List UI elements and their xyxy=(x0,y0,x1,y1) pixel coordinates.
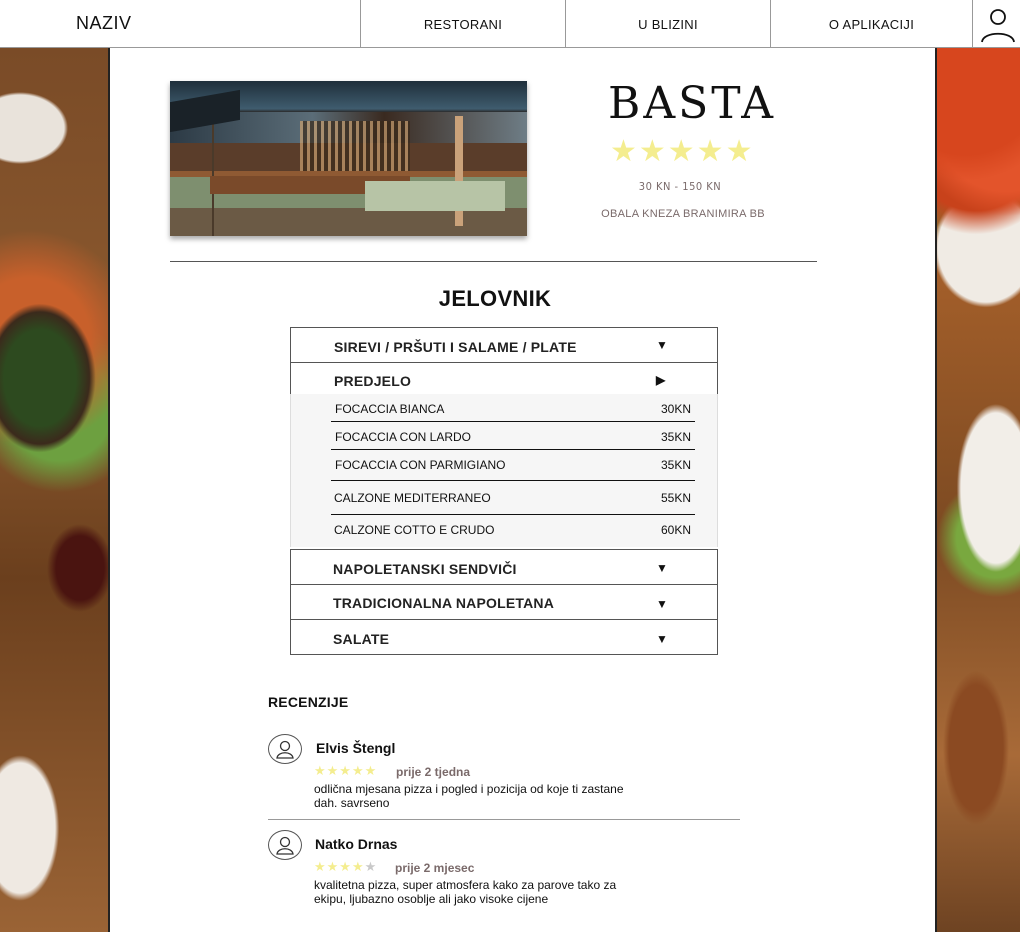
menu-item[interactable]: FOCACCIA CON PARMIGIANO 35KN xyxy=(331,450,695,481)
nav-restorani[interactable]: RESTORANI xyxy=(360,0,565,48)
menu-item-price: 35KN xyxy=(660,458,691,472)
restaurant-price-range: 30 KN - 150 KN xyxy=(638,180,722,193)
nav-u-blizini[interactable]: U BLIZINI xyxy=(565,0,770,48)
menu-item-name: FOCACCIA CON LARDO xyxy=(335,430,472,444)
menu-item-price: 60KN xyxy=(660,523,691,537)
top-navigation: NAZIV RESTORANI U BLIZINI O APLIKACIJI xyxy=(0,0,1020,48)
user-profile-button[interactable] xyxy=(972,0,1020,48)
menu-category-napoletanski-sendvici[interactable]: NAPOLETANSKI SENDVIČI ▼ xyxy=(290,549,718,585)
menu-item-price: 30KN xyxy=(660,402,691,416)
menu-item-name: CALZONE MEDITERRANEO xyxy=(334,491,491,505)
menu-category-salate[interactable]: SALATE ▼ xyxy=(290,619,718,655)
background-food-image-right xyxy=(936,48,1020,932)
review-stars: ★★★★★ xyxy=(314,763,378,778)
category-label: NAPOLETANSKI SENDVIČI xyxy=(333,561,517,577)
reviewer-name: Elvis Štengl xyxy=(316,740,396,756)
chevron-down-icon: ▼ xyxy=(656,597,668,611)
restaurant-address: OBALA KNEZA BRANIMIRA BB xyxy=(601,208,765,220)
menu-item-name: FOCACCIA BIANCA xyxy=(335,402,445,416)
chevron-down-icon: ▼ xyxy=(656,561,668,575)
nav-o-aplikaciji[interactable]: O APLIKACIJI xyxy=(770,0,972,48)
review-text: odlična mjesana pizza i pogled i pozicij… xyxy=(314,782,624,810)
chevron-down-icon: ▼ xyxy=(656,338,668,352)
user-icon xyxy=(276,740,294,759)
menu-item-name: CALZONE COTTO E CRUDO xyxy=(334,523,495,537)
menu-category-sirevi[interactable]: SIREVI / PRŠUTI I SALAME / PLATE ▼ xyxy=(290,327,718,363)
menu-item-price: 35KN xyxy=(660,430,691,444)
menu-item-name: FOCACCIA CON PARMIGIANO xyxy=(335,458,506,472)
menu-title: JELOVNIK xyxy=(438,286,552,311)
review-time: prije 2 tjedna xyxy=(396,765,471,779)
restaurant-photo xyxy=(170,81,527,236)
menu-item-price: 55KN xyxy=(660,491,691,505)
menu-item[interactable]: FOCACCIA CON LARDO 35KN xyxy=(331,422,695,450)
category-label: SALATE xyxy=(333,631,390,647)
menu-item[interactable]: CALZONE COTTO E CRUDO 60KN xyxy=(331,515,695,545)
menu-items-list: FOCACCIA BIANCA 30KN FOCACCIA CON LARDO … xyxy=(290,394,718,547)
menu-item[interactable]: FOCACCIA BIANCA 30KN xyxy=(331,394,695,422)
reviews-title: RECENZIJE xyxy=(268,694,349,710)
category-label: PREDJELO xyxy=(334,373,412,389)
menu-category-predjelo[interactable]: PREDJELO ▶ xyxy=(290,362,718,395)
reviewer-name: Natko Drnas xyxy=(315,836,398,852)
restaurant-detail-panel: BASTA ★★★★★ 30 KN - 150 KN OBALA KNEZA B… xyxy=(110,48,935,932)
category-label: TRADICIONALNA NAPOLETANA xyxy=(333,595,555,611)
reviewer-avatar xyxy=(268,734,302,764)
section-divider xyxy=(170,261,817,262)
chevron-right-icon: ▶ xyxy=(656,373,666,387)
review-time: prije 2 mjesec xyxy=(395,861,475,875)
chevron-down-icon: ▼ xyxy=(656,632,668,646)
category-label: SIREVI / PRŠUTI I SALAME / PLATE xyxy=(334,339,577,355)
reviewer-avatar xyxy=(268,830,302,860)
menu-item[interactable]: CALZONE MEDITERRANEO 55KN xyxy=(331,481,695,515)
restaurant-rating-stars: ★★★★★ xyxy=(610,135,755,168)
user-icon xyxy=(981,9,1015,43)
review-text: kvalitetna pizza, super atmosfera kako z… xyxy=(314,878,617,906)
restaurant-name: BASTA xyxy=(608,78,776,129)
menu-category-tradicionalna-napoletana[interactable]: TRADICIONALNA NAPOLETANA ▼ xyxy=(290,584,718,620)
user-icon xyxy=(276,836,294,855)
panel-border-right xyxy=(935,48,937,932)
background-food-image-left xyxy=(0,48,110,932)
review-stars: ★★★★★ xyxy=(314,859,378,874)
brand-logo[interactable]: NAZIV xyxy=(76,13,132,34)
review-separator xyxy=(268,819,740,820)
